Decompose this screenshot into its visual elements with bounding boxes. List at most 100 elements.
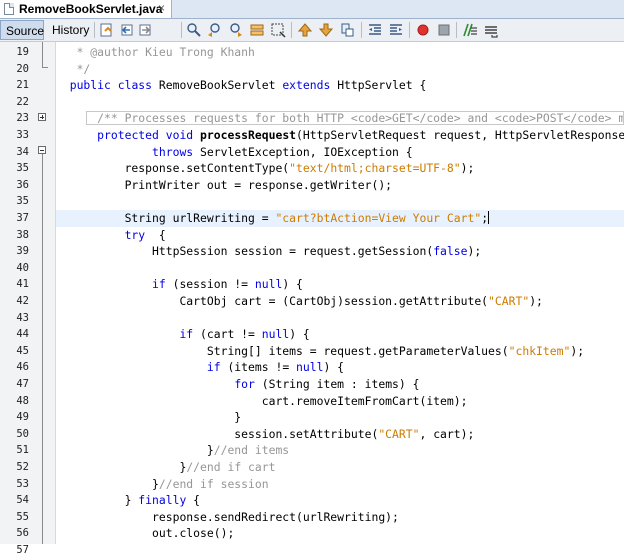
code-line[interactable]: out.close(); [56, 525, 624, 542]
toolbar-separator [456, 22, 457, 38]
line-number: 39 [16, 245, 29, 258]
code-token: out.close(); [56, 526, 235, 541]
code-line[interactable]: String[] items = request.getParameterVal… [56, 343, 624, 360]
code-line[interactable]: try { [56, 227, 624, 244]
editor-tab[interactable]: RemoveBookServlet.java × [0, 0, 172, 18]
line-number: 35 [16, 195, 29, 208]
toggle-rect-select-icon[interactable] [270, 22, 286, 38]
line-number: 50 [16, 427, 29, 440]
code-token: for [234, 377, 255, 391]
code-line[interactable]: String urlRewriting = "cart?btAction=Vie… [56, 210, 624, 227]
code-token: ); [467, 244, 482, 259]
code-line[interactable]: CartObj cart = (CartObj)session.getAttri… [56, 293, 624, 310]
previous-bookmark-icon[interactable] [297, 22, 313, 38]
line-number: 33 [16, 129, 29, 141]
code-token: "text/html;charset=UTF-8" [289, 161, 461, 176]
find-next-icon[interactable] [228, 22, 244, 38]
start-macro-icon[interactable] [415, 22, 431, 38]
history-view-button[interactable]: History [47, 20, 92, 40]
code-line[interactable]: HttpSession session = request.getSession… [56, 243, 624, 260]
code-line[interactable]: for (String item : items) { [56, 376, 624, 393]
code-token: } [56, 493, 139, 508]
code-token: if [206, 360, 221, 375]
forward-icon[interactable] [137, 22, 153, 38]
fold-expand-icon[interactable] [38, 113, 46, 121]
code-token: cart.removeItemFromCart(item); [56, 393, 468, 408]
code-line[interactable]: response.setContentType("text/html;chars… [56, 160, 624, 177]
code-token: if [179, 327, 194, 342]
close-tab-icon[interactable]: × [158, 1, 165, 15]
code-token: RemoveBookServlet [152, 78, 283, 93]
code-line[interactable] [56, 260, 624, 277]
code-line[interactable]: }//end if cart [56, 459, 624, 476]
code-line[interactable]: if (cart != null) { [56, 326, 624, 343]
line-number: 49 [16, 411, 29, 424]
code-line[interactable]: response.sendRedirect(urlRewriting); [56, 509, 624, 526]
code-line[interactable]: cart.removeItemFromCart(item); [56, 393, 624, 410]
code-token: (HttpServletRequest request, HttpServlet… [296, 128, 624, 142]
line-number: 45 [16, 344, 29, 357]
code-line[interactable]: if (items != null) { [56, 359, 624, 376]
code-token: try [124, 227, 146, 242]
code-line[interactable]: public class RemoveBookServlet extends H… [56, 77, 624, 94]
toggle-bookmark-icon[interactable] [339, 22, 355, 38]
uncomment-icon[interactable] [483, 22, 499, 38]
line-number: 42 [16, 295, 29, 307]
code-line[interactable]: if (session != null) { [56, 276, 624, 293]
code-line[interactable] [56, 310, 624, 327]
code-token: protected void [97, 128, 194, 142]
source-view-button[interactable]: Source [0, 20, 44, 40]
code-token: { [145, 227, 166, 242]
code-line[interactable]: } finally { [56, 492, 624, 509]
code-token: if [152, 277, 166, 292]
shift-right-icon[interactable] [388, 22, 404, 38]
code-line[interactable] [56, 94, 624, 111]
next-bookmark-icon[interactable] [318, 22, 334, 38]
folded-code-box[interactable] [86, 111, 624, 126]
toggle-highlight-icon[interactable] [249, 22, 265, 38]
fold-guide-end [42, 67, 48, 68]
code-line[interactable]: }//end if session [56, 476, 624, 493]
code-line[interactable]: }//end items [56, 442, 624, 459]
code-token: session.setAttribute( [56, 426, 379, 441]
line-number: 23 [16, 112, 29, 125]
code-line[interactable]: protected void processRequest(HttpServle… [56, 127, 624, 144]
code-line[interactable]: */ [56, 61, 624, 78]
code-token: false [433, 244, 468, 259]
stop-macro-icon[interactable] [436, 22, 452, 38]
code-line[interactable]: throws ServletException, IOException { [56, 144, 624, 161]
last-edit-icon[interactable] [99, 22, 115, 38]
back-icon[interactable] [119, 22, 135, 38]
code-token: "CART" [488, 294, 530, 308]
fold-collapse-icon[interactable] [38, 146, 46, 154]
code-line[interactable]: session.setAttribute("CART", cart); [56, 426, 624, 443]
comment-icon[interactable] [462, 22, 478, 38]
line-number: 48 [16, 394, 29, 407]
line-number: 37 [16, 212, 29, 224]
toolbar-separator [409, 22, 410, 38]
code-token: CartObj cart = (CartObj)session.getAttri… [56, 294, 489, 308]
code-line[interactable]: } [56, 409, 624, 426]
code-token: String[] items = request.getParameterVal… [56, 343, 509, 358]
code-token: ); [460, 161, 475, 176]
line-number: 52 [16, 461, 29, 473]
toolbar-separator [181, 22, 182, 38]
line-number: 55 [16, 510, 29, 523]
find-previous-icon[interactable] [206, 22, 222, 38]
code-token: null [261, 327, 290, 342]
line-number: 56 [16, 527, 29, 540]
find-selection-icon[interactable] [186, 22, 202, 38]
code-line[interactable]: * @author Kieu Trong Khanh [56, 44, 624, 61]
code-line[interactable]: PrintWriter out = response.getWriter(); [56, 177, 624, 194]
code-line[interactable] [56, 193, 624, 210]
code-token: response.sendRedirect(urlRewriting); [56, 509, 399, 524]
code-token: ServletException, IOException { [193, 144, 413, 159]
code-editor[interactable]: * @author Kieu Trong Khanh */ public cla… [56, 42, 624, 544]
shift-left-icon[interactable] [367, 22, 383, 38]
line-number: 40 [16, 261, 29, 274]
